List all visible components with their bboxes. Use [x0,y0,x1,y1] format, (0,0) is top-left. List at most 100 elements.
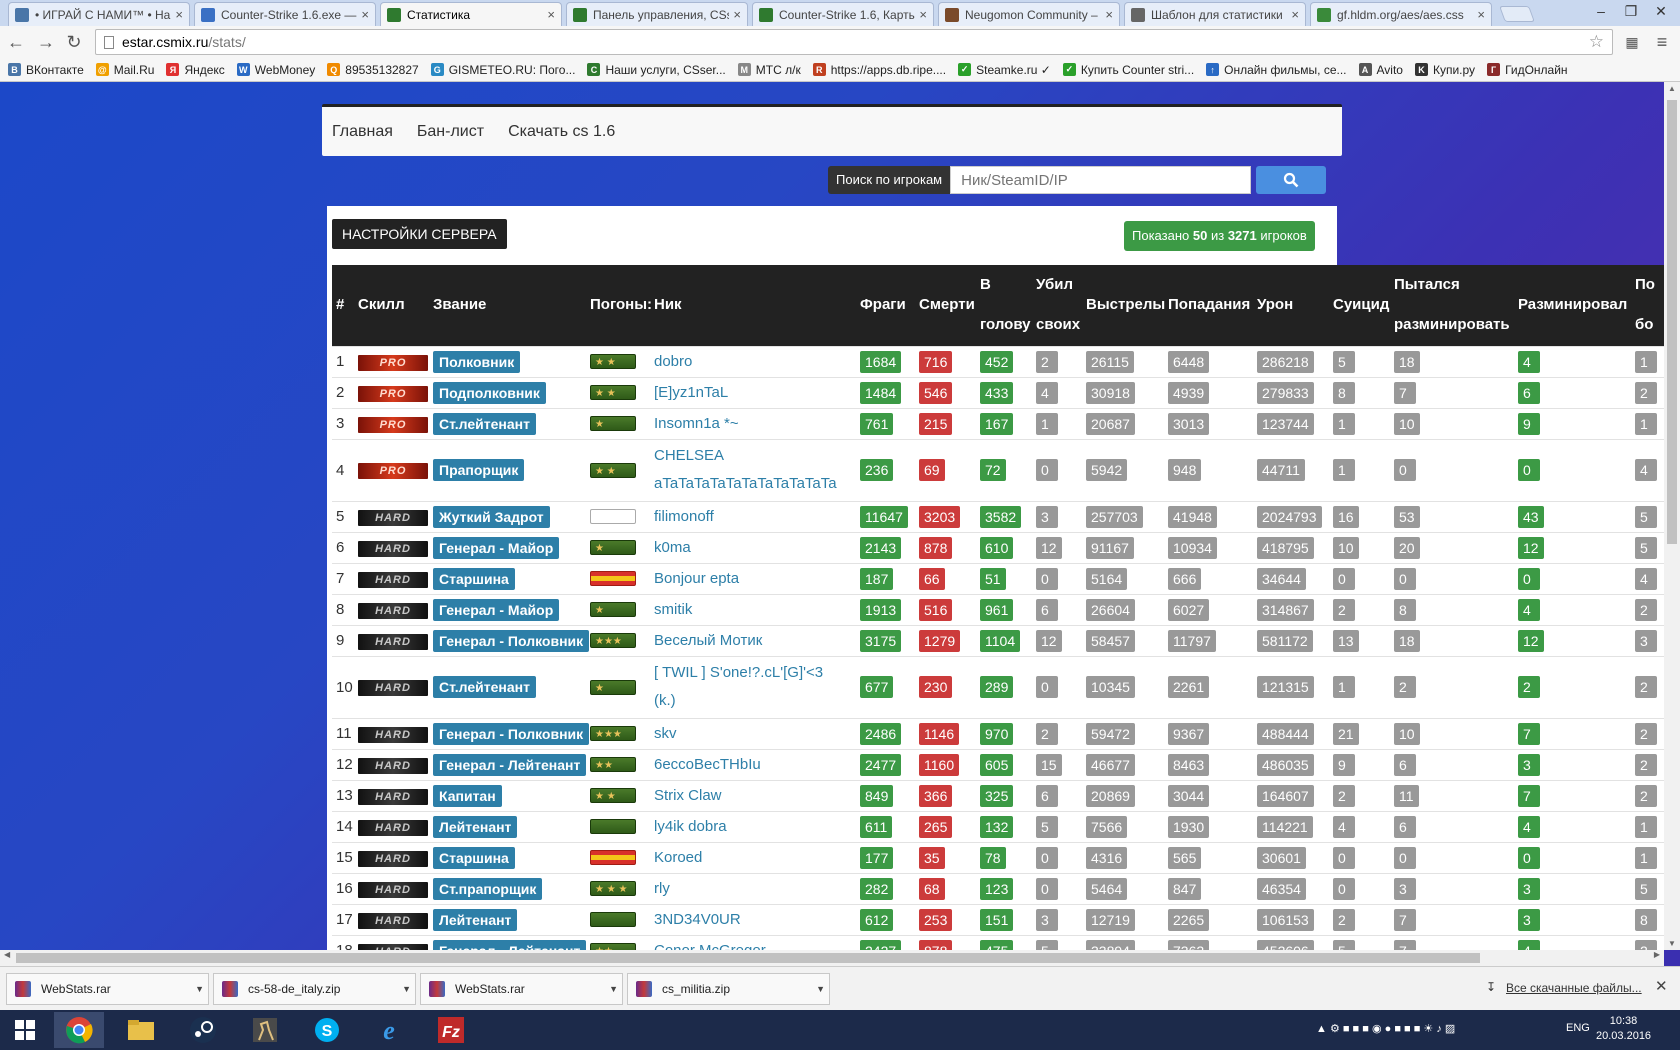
nav-download[interactable]: Скачать cs 1.6 [508,123,615,141]
chevron-down-icon[interactable]: ▼ [609,984,618,994]
download-item[interactable]: cs-58-de_italy.zip ▼ [213,973,416,1005]
close-window-icon[interactable]: ✕ [1646,0,1676,22]
player-nick-link[interactable]: Conor McGregor [654,937,852,950]
browser-tab[interactable]: gf.hldm.org/aes/aes.css × [1310,2,1492,26]
horizontal-scroll-thumb[interactable] [16,953,1480,963]
player-nick-link-cont[interactable]: (k.) [654,687,852,715]
tab-close-icon[interactable]: × [733,7,741,22]
rank-badge[interactable]: Лейтенант [433,815,518,838]
rank-badge[interactable]: Генерал - Майор [433,598,560,621]
player-nick-link[interactable]: dobro [654,348,852,376]
rank-badge[interactable]: Ст.лейтенант [433,676,536,698]
bookmark-item[interactable]: W WebMoney [236,63,315,77]
player-nick-link[interactable]: 6eccoBecTHbIu [654,751,852,779]
bookmark-item[interactable]: Я Яндекс [166,63,225,77]
search-input[interactable] [950,166,1252,194]
tab-close-icon[interactable]: × [547,7,555,22]
player-nick-link[interactable]: rly [654,875,852,903]
all-downloads-link[interactable]: Все скачанные файлы... [1506,981,1642,995]
tab-close-icon[interactable]: × [175,7,183,22]
bookmark-item[interactable]: A Avito [1358,63,1403,77]
player-nick-link[interactable]: [ TWIL ] S'one!?.cL'[G]'<3 [654,659,852,687]
search-button[interactable] [1256,166,1327,194]
new-tab-button[interactable] [1499,6,1535,22]
rank-badge[interactable]: Ст.лейтенант [433,412,536,435]
vertical-scroll-thumb[interactable] [1667,100,1677,544]
nav-banlist[interactable]: Бан-лист [417,123,484,141]
download-item[interactable]: WebStats.rar ▼ [420,973,623,1005]
rank-badge[interactable]: Жуткий Задрот [433,505,550,528]
player-nick-link[interactable]: Koroed [654,844,852,872]
bookmark-item[interactable]: ✓ Steamke.ru ✓ [958,63,1051,77]
player-nick-link[interactable]: k0ma [654,534,852,562]
bookmark-item[interactable]: @ Mail.Ru [95,63,154,77]
download-item[interactable]: WebStats.rar ▼ [6,973,209,1005]
rank-badge[interactable]: Лейтенант [433,908,518,931]
scroll-down-icon[interactable]: ▼ [1664,939,1680,948]
browser-tab[interactable]: Counter-Strike 1.6.exe — × [194,2,376,26]
scroll-left-icon[interactable]: ◀ [4,950,10,959]
tab-close-icon[interactable]: × [1291,7,1299,22]
back-icon[interactable]: ← [4,30,28,54]
filezilla-icon[interactable]: Fz [426,1012,476,1048]
bookmark-item[interactable]: Q 89535132827 [327,63,419,77]
menu-icon[interactable]: ≡ [1650,30,1674,54]
player-nick-link[interactable]: Bonjour epta [654,565,852,593]
bookmark-item[interactable]: В ВКонтакте [8,63,84,77]
tray-icons[interactable]: ▲ ⚙ ■ ■ ■ ◉ ● ■ ■ ■ ☀ ♪ ▨ [1316,1022,1455,1035]
rank-badge[interactable]: Подполковник [433,381,546,404]
internet-explorer-icon[interactable]: e [364,1012,414,1048]
bookmark-item[interactable]: ✓ Купить Counter stri... [1062,63,1194,77]
close-downloads-icon[interactable]: ✕ [1655,977,1668,995]
player-nick-link[interactable]: Strix Claw [654,782,852,810]
browser-tab[interactable]: Статистика × [380,2,562,26]
chrome-icon[interactable] [54,1012,104,1048]
player-nick-link[interactable]: filimonoff [654,503,852,531]
rank-badge[interactable]: Генерал - Полковник [433,722,590,745]
forward-icon[interactable]: → [34,30,58,54]
tab-close-icon[interactable]: × [361,7,369,22]
rank-badge[interactable]: Старшина [433,846,515,869]
player-nick-link[interactable]: ly4ik dobra [654,813,852,841]
player-nick-link[interactable]: 3ND34V0UR [654,906,852,934]
chevron-down-icon[interactable]: ▼ [195,984,204,994]
folder-icon[interactable] [116,1012,166,1048]
player-nick-link[interactable]: smitik [654,596,852,624]
player-nick-link[interactable]: skv [654,720,852,748]
tab-close-icon[interactable]: × [919,7,927,22]
rank-badge[interactable]: Ст.прапорщик [433,877,543,900]
browser-tab[interactable]: Counter-Strike 1.6, Карты × [752,2,934,26]
bookmark-item[interactable]: K Купи.ру [1414,63,1475,77]
player-nick-link[interactable]: [E]yz1nTaL [654,379,852,407]
scroll-right-icon[interactable]: ▶ [1654,950,1660,959]
browser-tab[interactable]: Neugomon Community – × [938,2,1120,26]
minimize-icon[interactable]: – [1586,0,1616,22]
language-indicator[interactable]: ENG [1566,1022,1590,1034]
bookmark-item[interactable]: G GISMETEO.RU: Пого... [430,63,575,77]
rank-badge[interactable]: Полковник [433,350,521,373]
browser-tab[interactable]: Панель управления, CSs × [566,2,748,26]
browser-tab[interactable]: • ИГРАЙ С НАМИ™ • На × [8,2,190,26]
bookmark-item[interactable]: Г ГидОнлайн [1487,63,1568,77]
steam-icon[interactable] [178,1012,228,1048]
rank-badge[interactable]: Генерал - Полковник [433,629,590,652]
rank-badge[interactable]: Генерал - Майор [433,536,560,559]
chevron-down-icon[interactable]: ▼ [402,984,411,994]
extension-icon[interactable]: ▦ [1620,30,1644,54]
nav-home[interactable]: Главная [332,123,393,141]
bookmark-star-icon[interactable]: ☆ [1589,32,1604,52]
rank-badge[interactable]: Капитан [433,784,502,807]
reload-icon[interactable]: ↻ [62,30,86,54]
rank-badge[interactable]: Старшина [433,567,515,590]
bookmark-item[interactable]: C Наши услуги, CSser... [587,63,726,77]
restore-icon[interactable]: ❐ [1616,0,1646,22]
rank-badge[interactable]: Генерал - Лейтенант [433,939,587,950]
player-nick-link[interactable]: Insomn1a *~ [654,410,852,438]
skype-icon[interactable]: S [302,1012,352,1048]
rank-badge[interactable]: Прапорщик [433,459,525,481]
counter-strike-icon[interactable] [240,1012,290,1048]
player-nick-link[interactable]: CHELSEA [654,442,852,470]
tab-close-icon[interactable]: × [1105,7,1113,22]
player-nick-link-cont[interactable]: aTaTaTaTaTaTaTaTaTaTaTa [654,470,852,498]
player-nick-link[interactable]: Веселый Мотик [654,627,852,655]
